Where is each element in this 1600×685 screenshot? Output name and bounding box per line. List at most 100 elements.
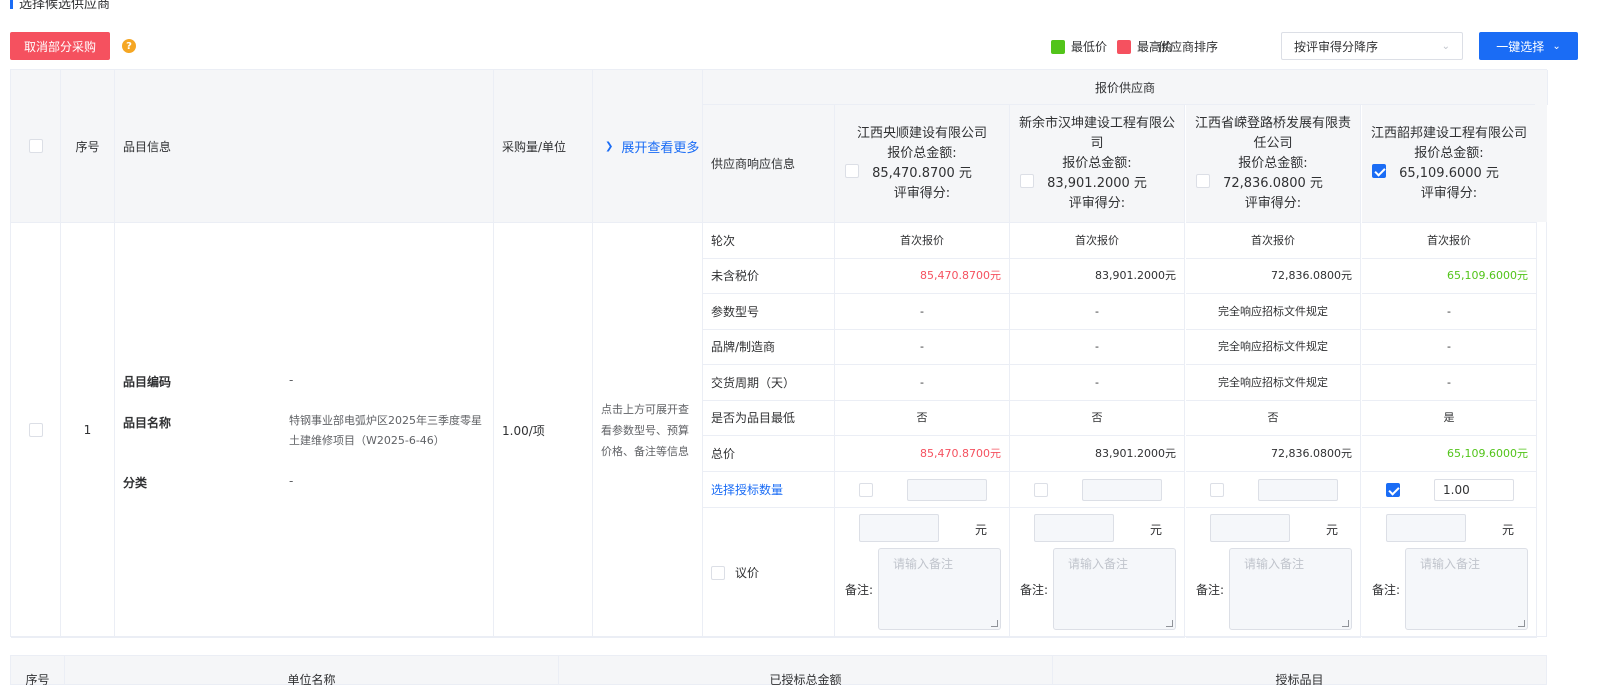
award-qty-input[interactable] [907,478,987,501]
response-value: 否 [1186,400,1361,436]
remark-label: 备注: [1020,583,1049,597]
award-qty-cell [1186,472,1361,508]
supplier-select-checkbox[interactable] [1196,174,1210,188]
supplier-name: 江西省嵘登路桥发展有限责任公司 [1194,115,1351,151]
response-row-label: 轮次 [703,223,835,259]
legend-low: 最低价 [1050,38,1107,55]
remark-label: 备注: [845,583,874,597]
response-row-label: 是否为品目最低 [703,400,835,436]
award-qty-checkbox[interactable] [1210,482,1224,497]
section-title: 选择候选供应商 [10,0,111,12]
header-select-all-cell [11,70,61,223]
cancel-partial-purchase-button[interactable]: 取消部分采购 [10,32,111,60]
supplier-header: 新余市汉坤建设工程有限公司 报价总金额: 83,901.2000 元评审得分: [1010,105,1185,223]
supplier-header: 江西央顺建设有限公司 报价总金额: 85,470.8700 元评审得分: [835,105,1010,223]
response-value: 65,109.6000元 [1362,436,1537,472]
negotiate-supplier-cell: 元备注: 请输入备注 [1010,508,1185,638]
help-icon[interactable]: ? [122,39,136,53]
yuan-unit: 元 [1502,523,1515,537]
row-item-info: 品目编码 - 品目名称 特钢事业部电弧炉区2025年三季度零星土建维修项目（W2… [115,223,494,638]
response-row-label: 参数型号 [703,294,835,330]
yuan-unit: 元 [975,523,988,537]
negotiate-supplier-cell: 元备注: 请输入备注 [1362,508,1537,638]
response-row-label: 未含税价 [703,258,835,294]
remark-label: 备注: [1372,583,1401,597]
row-checkbox[interactable] [28,423,43,437]
item-category-label: 分类 [123,476,148,490]
one-click-select-label: 一键选择 [1496,39,1545,54]
header-quote-supplier: 报价供应商 [703,70,1548,105]
title-bar [10,0,13,9]
award-qty-checkbox[interactable] [859,482,873,497]
awarded-header-unit-name: 单位名称 [65,656,559,685]
remark-label: 备注: [1196,583,1225,597]
header-item-info: 品目信息 [115,70,494,223]
remark-textarea[interactable]: 请输入备注 [1053,548,1176,630]
response-value: 83,901.2000元 [1010,436,1185,472]
award-qty-input[interactable]: 1.00 [1434,478,1514,501]
supplier-name: 江西央顺建设有限公司 [856,125,987,141]
award-qty-checkbox[interactable] [1034,482,1048,497]
response-value: - [1362,365,1537,401]
supplier-select-checkbox[interactable] [845,164,859,178]
award-qty-input[interactable] [1258,478,1338,501]
remark-textarea[interactable]: 请输入备注 [1229,548,1352,630]
supplier-header: 江西省嵘登路桥发展有限责任公司 报价总金额: 72,836.0800 元评审得分: [1186,105,1361,223]
high-price-swatch [1116,39,1131,54]
negotiate-supplier-cell: 元备注: 请输入备注 [1186,508,1361,638]
supplier-score-label: 评审得分: [1420,185,1478,201]
sort-select-value: 按评审得分降序 [1294,39,1379,54]
supplier-header: 江西韶邦建设工程有限公司 报价总金额: 65,109.6000 元评审得分: [1362,105,1537,223]
supplier-total-label: 报价总金额: [1414,145,1484,161]
header-response-info: 供应商响应信息 [703,105,835,223]
negotiate-cell: 议价 [703,508,835,638]
remark-textarea[interactable]: 请输入备注 [878,548,1001,630]
response-value: 85,470.8700元 [835,258,1010,294]
response-value: 85,470.8700元 [835,436,1010,472]
supplier-sort-select[interactable]: 按评审得分降序 ⌄ [1281,32,1463,60]
response-value: - [1010,365,1185,401]
award-qty-checkbox[interactable] [1386,482,1400,497]
chevron-down-icon: ⌄ [1441,40,1450,52]
chevron-down-icon: ⌄ [1552,40,1561,52]
response-value: - [835,329,1010,365]
negotiate-price-input[interactable] [1386,514,1466,542]
negotiate-price-input[interactable] [1034,514,1114,542]
negotiate-price-input[interactable] [859,514,939,542]
negotiate-checkbox[interactable] [711,565,725,580]
toolbar: 取消部分采购 ? 最低价 最高价 供应商排序 按评审得分降序 ⌄ 一键选择 ⌄ [10,32,1578,62]
award-qty-cell [835,472,1010,508]
awarded-header-seq: 序号 [11,656,65,685]
remark-textarea[interactable]: 请输入备注 [1405,548,1528,630]
response-row-label: 交货周期（天） [703,365,835,401]
awarded-header-items: 授标品目 [1275,672,1324,685]
response-value: 首次报价 [1362,223,1537,259]
one-click-select-button[interactable]: 一键选择 ⌄ [1479,32,1578,60]
table-scrollbar[interactable] [1535,104,1547,222]
response-value: 83,901.2000元 [1010,258,1185,294]
section-title-text: 选择候选供应商 [19,0,111,12]
expand-more-label: 展开查看更多 [621,140,700,156]
item-name-label: 品目名称 [123,416,172,430]
low-price-swatch [1050,39,1065,54]
negotiate-price-input[interactable] [1210,514,1290,542]
select-award-qty-link[interactable]: 选择授标数量 [703,472,835,508]
response-value: 首次报价 [835,223,1010,259]
row-seq: 1 [61,223,115,638]
response-row-label: 品牌/制造商 [703,329,835,365]
awarded-header-total: 已授标总金额 [559,656,1053,685]
supplier-select-checkbox[interactable] [1372,164,1386,178]
response-value: 首次报价 [1186,223,1361,259]
legend-low-label: 最低价 [1070,40,1107,54]
expand-more-link[interactable]: ❯ 展开查看更多 [593,70,703,223]
supplier-select-checkbox[interactable] [1020,174,1034,188]
select-all-checkbox[interactable] [28,139,43,153]
response-value: 首次报价 [1010,223,1185,259]
supplier-total-value: 85,470.8700 元 [872,165,972,181]
yuan-unit: 元 [1150,523,1163,537]
response-value: 72,836.0800元 [1186,436,1361,472]
award-qty-input[interactable] [1082,478,1162,501]
yuan-unit: 元 [1326,523,1339,537]
chevron-right-icon: ❯ [605,140,614,152]
supplier-total-value: 83,901.2000 元 [1047,175,1147,191]
